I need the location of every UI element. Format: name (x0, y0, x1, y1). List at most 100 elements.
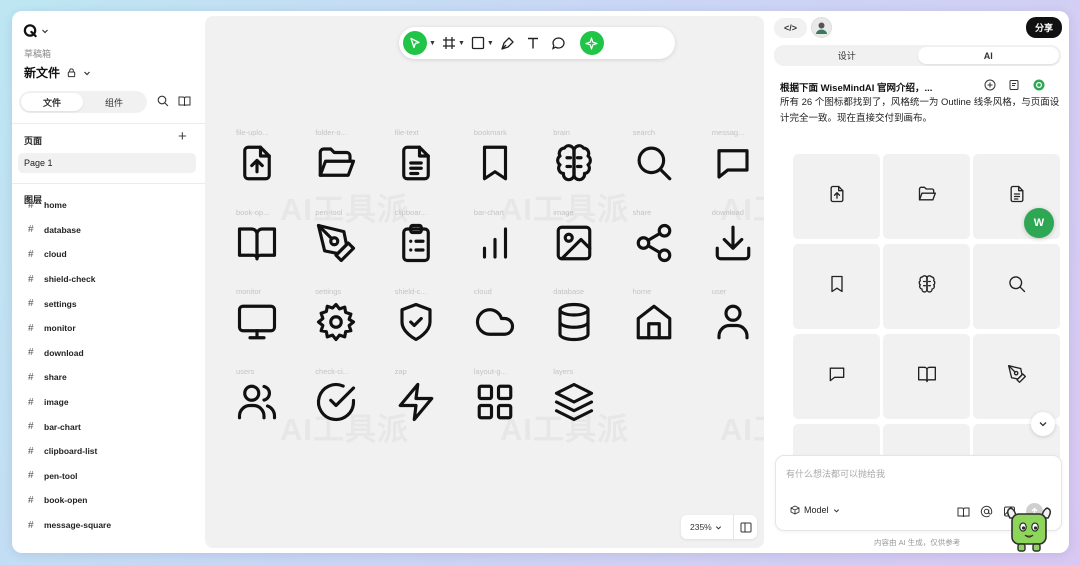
tab-files[interactable]: 文件 (21, 93, 83, 111)
pen-tool-button[interactable] (500, 31, 515, 55)
icon-frame-label[interactable]: search (633, 128, 677, 137)
layers-icon[interactable] (553, 381, 595, 423)
icon-frame-label[interactable]: image (553, 208, 597, 217)
icon-frame-label[interactable]: bar-chart (474, 208, 518, 217)
toggle-panel-button[interactable] (734, 522, 757, 533)
clipboard-list-icon[interactable] (395, 222, 437, 264)
model-select[interactable]: Model (790, 505, 840, 515)
layer-item[interactable]: # download (12, 341, 205, 366)
icon-frame-label[interactable]: bookmark (474, 128, 518, 137)
shield-check-icon[interactable] (395, 301, 437, 343)
layer-item[interactable]: # book-open (12, 488, 205, 513)
icon-frame-label[interactable]: layers (553, 367, 597, 376)
new-chat-icon[interactable] (984, 79, 996, 91)
preview-tile[interactable] (793, 154, 880, 239)
database-icon[interactable] (553, 301, 595, 343)
layer-item[interactable]: # image (12, 390, 205, 415)
icon-frame-label[interactable]: folder-o... (315, 128, 359, 137)
download-icon[interactable] (712, 222, 754, 264)
users-icon[interactable] (236, 381, 278, 423)
message-square-icon[interactable] (712, 142, 754, 184)
layer-item[interactable]: # bar-chart (12, 414, 205, 439)
canvas[interactable]: AI工具派 AI工具派 AI工具派 AI工具派 AI工具派 AI工具派 file… (205, 16, 764, 548)
icon-frame-label[interactable]: shield-c... (395, 287, 439, 296)
user-icon[interactable] (712, 301, 754, 343)
layer-item[interactable]: # share (12, 365, 205, 390)
home-icon[interactable] (633, 301, 675, 343)
file-name-row[interactable]: 新文件 (24, 64, 91, 81)
icon-frame-label[interactable]: cloud (474, 287, 518, 296)
check-circle-icon[interactable] (315, 381, 357, 423)
layer-item[interactable]: # monitor (12, 316, 205, 341)
logo-menu[interactable] (23, 23, 49, 38)
chevron-down-icon[interactable]: ▼ (487, 40, 494, 47)
book-open-icon[interactable] (236, 222, 278, 264)
book-icon[interactable] (178, 95, 191, 107)
preview-tile[interactable] (973, 244, 1060, 329)
icon-frame-label[interactable]: pen-tool (315, 208, 359, 217)
layer-item[interactable]: # cloud (12, 242, 205, 267)
preview-tile[interactable] (793, 424, 880, 457)
monitor-icon[interactable] (236, 301, 278, 343)
at-icon[interactable] (980, 505, 993, 518)
icon-frame-label[interactable]: monitor (236, 287, 280, 296)
icon-frame-label[interactable]: zap (395, 367, 439, 376)
icon-frame-label[interactable]: home (633, 287, 677, 296)
preview-tile[interactable] (793, 334, 880, 419)
icon-frame-label[interactable]: download (712, 208, 756, 217)
chevron-down-icon[interactable]: ▼ (429, 40, 436, 47)
tab-ai[interactable]: AI (917, 47, 1059, 64)
layer-item[interactable]: # settings (12, 291, 205, 316)
scroll-down-button[interactable] (1031, 412, 1055, 436)
layer-item[interactable]: # message-square (12, 513, 205, 538)
chevron-down-icon[interactable]: ▼ (458, 40, 465, 47)
layer-item[interactable]: # shield-check (12, 267, 205, 292)
search-icon[interactable] (157, 95, 169, 107)
icon-frame-label[interactable]: settings (315, 287, 359, 296)
mascot-icon[interactable] (1004, 502, 1054, 554)
icon-frame-label[interactable]: check-ci... (315, 367, 359, 376)
tab-components[interactable]: 组件 (83, 93, 145, 111)
share-button[interactable]: 分享 (1026, 17, 1062, 38)
avatar[interactable] (811, 17, 832, 38)
cloud-icon[interactable] (474, 301, 516, 343)
icon-frame-label[interactable]: brain (553, 128, 597, 137)
search-icon[interactable] (633, 142, 675, 184)
drafts-breadcrumb[interactable]: 草稿箱 (24, 47, 51, 60)
preview-tile[interactable] (883, 244, 970, 329)
file-name[interactable]: 新文件 (24, 64, 60, 81)
settings-icon[interactable] (315, 301, 357, 343)
brain-icon[interactable] (553, 142, 595, 184)
status-icon[interactable] (1032, 78, 1046, 92)
folder-open-icon[interactable] (315, 142, 357, 184)
preview-tile[interactable] (883, 424, 970, 457)
icon-frame-label[interactable]: file-text (395, 128, 439, 137)
add-page-button[interactable]: + (178, 129, 187, 144)
text-tool[interactable] (526, 31, 540, 55)
zoom-select[interactable]: 235% (681, 522, 733, 532)
layer-item[interactable]: # database (12, 218, 205, 243)
ai-tool[interactable] (579, 31, 604, 55)
rectangle-tool[interactable] (471, 31, 485, 55)
pen-tool-icon[interactable] (315, 222, 357, 264)
share-icon[interactable] (633, 222, 675, 264)
icon-frame-label[interactable]: messag... (712, 128, 756, 137)
preview-tile[interactable] (883, 154, 970, 239)
bar-chart-icon[interactable] (474, 222, 516, 264)
file-upload-icon[interactable] (236, 142, 278, 184)
frame-tool[interactable] (442, 31, 456, 55)
bookmark-icon[interactable] (474, 142, 516, 184)
icon-frame-label[interactable]: book-op... (236, 208, 280, 217)
icon-frame-label[interactable]: layout-g... (474, 367, 518, 376)
layer-item[interactable]: # home (12, 199, 205, 218)
chat-input[interactable]: 有什么想法都可以抛给我 (786, 467, 885, 480)
comment-tool[interactable] (551, 31, 566, 55)
book-icon[interactable] (957, 506, 970, 518)
image-icon[interactable] (553, 222, 595, 264)
file-text-icon[interactable] (395, 142, 437, 184)
layout-grid-icon[interactable] (474, 381, 516, 423)
tab-design[interactable]: 设计 (776, 47, 918, 64)
zap-icon[interactable] (395, 381, 437, 423)
icon-frame-label[interactable]: share (633, 208, 677, 217)
pointer-tool[interactable] (403, 31, 427, 55)
